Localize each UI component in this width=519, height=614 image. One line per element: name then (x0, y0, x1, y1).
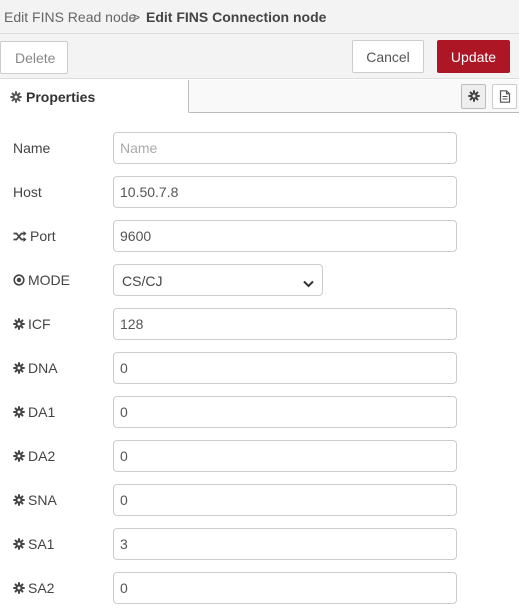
mode-select[interactable]: CS/CJ (113, 264, 323, 296)
name-input[interactable] (113, 132, 457, 164)
port-label: Port (13, 228, 56, 244)
sna-label: SNA (13, 492, 57, 508)
dot-circle-icon (13, 274, 25, 286)
gear-icon (13, 406, 25, 418)
sa1-label: SA1 (13, 536, 54, 552)
da1-label: DA1 (13, 404, 55, 420)
gear-icon (468, 90, 480, 102)
breadcrumb-current: Edit FINS Connection node (146, 9, 327, 25)
da2-label: DA2 (13, 448, 55, 464)
port-input[interactable] (113, 220, 457, 252)
shuffle-icon (13, 231, 27, 242)
update-button[interactable]: Update (437, 40, 510, 73)
cancel-button[interactable]: Cancel (352, 40, 424, 73)
description-tab-button[interactable] (492, 84, 517, 109)
document-icon (499, 90, 511, 103)
host-label: Host (13, 184, 42, 200)
gear-icon (13, 538, 25, 550)
da1-input[interactable] (113, 396, 457, 428)
chevron-down-icon (303, 275, 314, 291)
title-bar: Edit FINS Read node > Edit FINS Connecti… (0, 0, 519, 34)
tab-bar: Properties (0, 80, 519, 113)
name-label: Name (13, 140, 51, 156)
icf-input[interactable] (113, 308, 457, 340)
dna-label: DNA (13, 360, 58, 376)
tab-properties-label: Properties (26, 89, 96, 105)
breadcrumb-separator: > (132, 9, 141, 25)
breadcrumb-previous[interactable]: Edit FINS Read node (4, 9, 136, 25)
sa2-input[interactable] (113, 572, 457, 604)
icf-label: ICF (13, 316, 51, 332)
mode-label: MODE (13, 272, 70, 288)
gear-icon (13, 318, 25, 330)
tab-properties[interactable]: Properties (0, 80, 189, 113)
sa2-label: SA2 (13, 580, 54, 596)
gear-icon (13, 582, 25, 594)
sa1-input[interactable] (113, 528, 457, 560)
gear-icon (13, 362, 25, 374)
gear-icon (13, 494, 25, 506)
da2-input[interactable] (113, 440, 457, 472)
settings-tab-button[interactable] (461, 84, 486, 109)
sna-input[interactable] (113, 484, 457, 516)
host-input[interactable] (113, 176, 457, 208)
delete-button[interactable]: Delete (0, 41, 68, 74)
mode-selected-value: CS/CJ (122, 273, 163, 289)
gear-icon (10, 90, 22, 106)
toolbar: Delete Cancel Update (0, 34, 519, 79)
dna-input[interactable] (113, 352, 457, 384)
gear-icon (13, 450, 25, 462)
